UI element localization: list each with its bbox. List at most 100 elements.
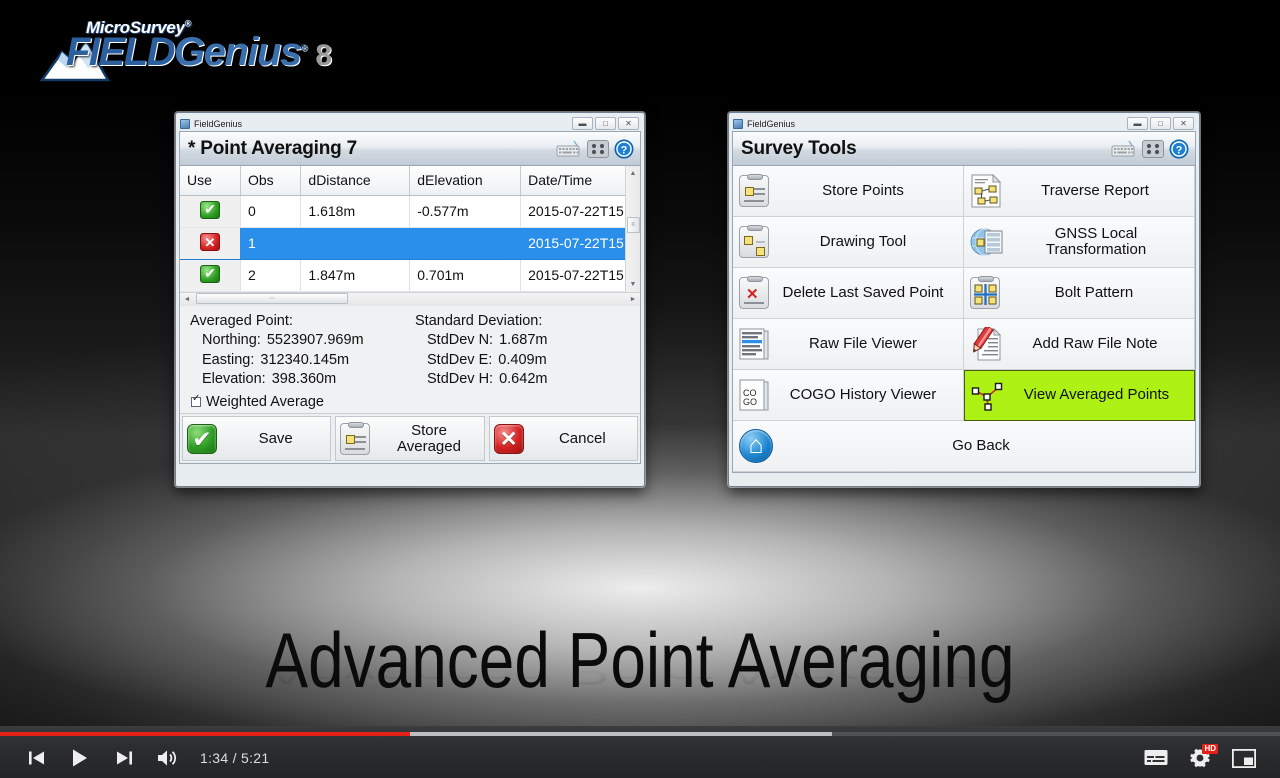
scroll-right-arrow[interactable]: ► bbox=[626, 296, 640, 303]
obs-cell[interactable]: 2 bbox=[240, 259, 302, 292]
minimize-button[interactable]: ▬ bbox=[572, 117, 593, 130]
tool-label: Store Points bbox=[822, 181, 904, 199]
raw-file-icon bbox=[739, 328, 769, 360]
vertical-scroll-thumb[interactable]: ≡ bbox=[626, 217, 640, 234]
help-icon[interactable]: ? bbox=[614, 139, 634, 159]
close-button[interactable]: ✕ bbox=[618, 117, 639, 130]
obs-cell[interactable]: 0 bbox=[240, 195, 302, 228]
column-header-delevation[interactable]: dElevation bbox=[409, 166, 522, 196]
delevation-cell[interactable] bbox=[409, 227, 522, 260]
slide-title-reflection: Advanced Point Averaging bbox=[265, 654, 1015, 692]
tool-drawing-tool[interactable]: Drawing Tool bbox=[733, 217, 964, 268]
column-header-ddistance[interactable]: dDistance bbox=[300, 166, 411, 196]
use-enabled-icon[interactable] bbox=[199, 200, 220, 219]
keypad-icon[interactable] bbox=[1142, 139, 1164, 158]
use-cell[interactable] bbox=[180, 259, 241, 292]
stddev-h-row: StdDev H: 0.642m bbox=[415, 372, 547, 387]
store-averaged-button[interactable]: Store Averaged bbox=[335, 416, 485, 461]
play-button[interactable] bbox=[58, 738, 102, 778]
time-display: 1:34 / 5:21 bbox=[200, 750, 270, 766]
home-icon bbox=[739, 428, 773, 463]
volume-button[interactable] bbox=[146, 738, 190, 778]
close-button[interactable]: ✕ bbox=[1173, 117, 1194, 130]
tool-add-raw-file-note[interactable]: Add Raw File Note bbox=[964, 319, 1195, 370]
weighted-average-checkbox[interactable] bbox=[191, 394, 201, 407]
use-disabled-icon[interactable] bbox=[199, 232, 220, 252]
observations-table-wrapper: Use Obs dDistance dElevation Date/Time 0… bbox=[180, 166, 640, 292]
clipboard-drawing-icon bbox=[739, 225, 769, 258]
stddev-n-label: StdDev N: bbox=[427, 332, 494, 348]
delevation-cell[interactable]: 0.701m bbox=[409, 259, 522, 292]
averaged-point-heading: Averaged Point: bbox=[190, 312, 293, 329]
tool-view-averaged-points[interactable]: View Averaged Points bbox=[964, 370, 1195, 421]
table-row[interactable]: 2 1.847m 0.701m 2015-07-22T15.. bbox=[180, 259, 640, 292]
tool-store-points[interactable]: Store Points bbox=[733, 166, 964, 217]
settings-button[interactable]: HD bbox=[1178, 738, 1222, 778]
weighted-average-checkbox-row[interactable]: Weighted Average bbox=[190, 394, 630, 410]
globe-table-icon bbox=[970, 228, 1003, 256]
tool-gnss-local-transformation[interactable]: GNSS Local Transformation bbox=[964, 217, 1195, 268]
svg-text:GO: GO bbox=[743, 397, 757, 407]
column-header-datetime[interactable]: Date/Time bbox=[520, 166, 640, 196]
use-cell[interactable] bbox=[180, 227, 241, 260]
tool-raw-file-viewer[interactable]: Raw File Viewer bbox=[733, 319, 964, 370]
svg-text:?: ? bbox=[621, 144, 628, 156]
column-header-use[interactable]: Use bbox=[180, 166, 241, 196]
ddistance-cell[interactable]: 1.847m bbox=[300, 259, 411, 292]
use-enabled-icon[interactable] bbox=[199, 264, 220, 283]
vertical-scroll-track[interactable]: ≡ bbox=[626, 180, 641, 278]
scroll-down-arrow[interactable]: ▼ bbox=[626, 278, 641, 292]
datetime-cell[interactable]: 2015-07-22T15.. bbox=[520, 259, 640, 292]
tool-traverse-report[interactable]: Traverse Report bbox=[964, 166, 1195, 217]
right-window-titlebar: FieldGenius ▬ □ ✕ bbox=[732, 116, 1196, 131]
app-icon bbox=[733, 118, 743, 129]
northing-value: 5523907.969m bbox=[266, 332, 364, 348]
keypad-icon[interactable] bbox=[587, 139, 609, 158]
previous-video-icon bbox=[28, 751, 44, 765]
keyboard-icon[interactable] bbox=[556, 140, 582, 158]
previous-video-button[interactable] bbox=[14, 738, 58, 778]
maximize-button[interactable]: □ bbox=[1150, 117, 1171, 130]
ddistance-cell[interactable]: 1.618m bbox=[300, 195, 411, 228]
progress-played bbox=[0, 732, 410, 736]
horizontal-scroll-track[interactable]: ⋯ bbox=[194, 292, 626, 306]
datetime-cell[interactable]: 2015-07-22T15.. bbox=[520, 195, 640, 228]
save-button[interactable]: Save bbox=[182, 416, 332, 461]
ddistance-cell[interactable] bbox=[300, 227, 411, 260]
video-player-controls: 1:34 / 5:21 HD bbox=[0, 726, 1280, 778]
tool-label: Drawing Tool bbox=[819, 232, 907, 250]
table-vertical-scrollbar[interactable]: ▲ ≡ ▼ bbox=[625, 166, 640, 292]
scroll-up-arrow[interactable]: ▲ bbox=[626, 166, 641, 180]
subtitles-button[interactable] bbox=[1134, 738, 1178, 778]
tool-delete-last-saved-point[interactable]: ✕ Delete Last Saved Point bbox=[733, 268, 964, 319]
stddev-n-row: StdDev N: 1.687m bbox=[415, 333, 547, 348]
datetime-cell[interactable]: 2015-07-22T15.. bbox=[520, 227, 640, 260]
horizontal-scroll-thumb[interactable]: ⋯ bbox=[196, 293, 348, 304]
tool-label: Raw File Viewer bbox=[808, 334, 918, 352]
go-back-button[interactable]: Go Back bbox=[733, 421, 1195, 472]
help-icon[interactable]: ? bbox=[1169, 139, 1189, 159]
keyboard-icon[interactable] bbox=[1111, 140, 1137, 158]
table-row[interactable]: 1 2015-07-22T15.. bbox=[180, 227, 640, 260]
tool-bolt-pattern[interactable]: Bolt Pattern bbox=[964, 268, 1195, 319]
table-horizontal-scrollbar[interactable]: ◄ ⋯ ► bbox=[180, 291, 640, 306]
tool-label: View Averaged Points bbox=[1023, 386, 1170, 404]
elevation-row: Elevation: 398.360m bbox=[190, 372, 415, 387]
cancel-button[interactable]: Cancel bbox=[488, 416, 638, 461]
column-header-obs[interactable]: Obs bbox=[240, 166, 302, 196]
minimize-button[interactable]: ▬ bbox=[1127, 117, 1148, 130]
scroll-left-arrow[interactable]: ◄ bbox=[180, 296, 194, 303]
tool-cogo-history-viewer[interactable]: CO GO COGO History Viewer bbox=[733, 370, 964, 421]
save-button-label: Save bbox=[258, 429, 293, 447]
maximize-button[interactable]: □ bbox=[595, 117, 616, 130]
delevation-cell[interactable]: -0.577m bbox=[409, 195, 522, 228]
miniplayer-button[interactable] bbox=[1222, 738, 1266, 778]
averaged-points-icon bbox=[971, 382, 1003, 411]
table-row[interactable]: 0 1.618m -0.577m 2015-07-22T15.. bbox=[180, 195, 640, 228]
obs-cell[interactable]: 1 bbox=[240, 227, 302, 260]
survey-tools-window: FieldGenius ▬ □ ✕ Survey Tools ? Store P… bbox=[728, 112, 1200, 487]
page-title: Survey Tools bbox=[741, 137, 857, 159]
progress-bar[interactable] bbox=[0, 732, 1280, 736]
use-cell[interactable] bbox=[180, 195, 241, 228]
next-video-button[interactable] bbox=[102, 738, 146, 778]
